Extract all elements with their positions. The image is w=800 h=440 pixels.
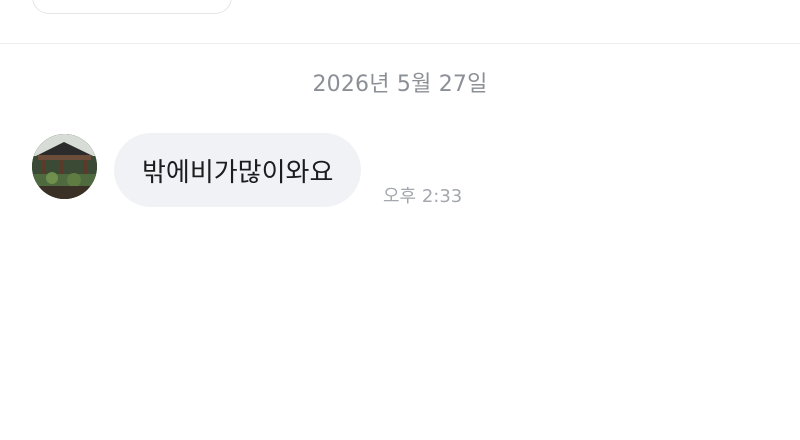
date-separator: 2026년 5월 27일 [312,72,488,97]
message-timestamp: 오후 2:33 [383,186,463,207]
avatar[interactable] [32,134,97,199]
message-row: 밖에비가많이와요 오후 2:33 [32,132,772,212]
message-bubble[interactable]: 밖에비가많이와요 [114,133,362,207]
header-input-pill[interactable] [32,0,232,14]
pavilion-photo-icon [32,134,97,199]
top-bar [0,0,800,44]
